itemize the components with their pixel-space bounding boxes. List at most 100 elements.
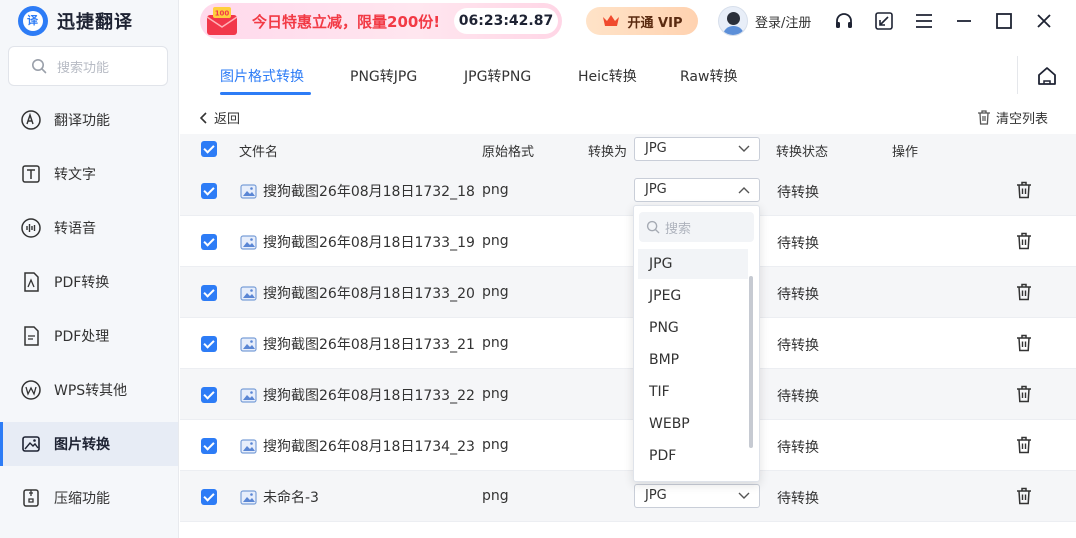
target-format-value: JPG <box>645 182 667 197</box>
batch-format-select[interactable]: JPG <box>634 137 760 161</box>
sidebar-item-label: PDF处理 <box>54 329 110 345</box>
file-name-text: 搜狗截图26年08月18日1733_21 <box>263 337 475 353</box>
select-all-checkbox[interactable] <box>201 141 217 157</box>
file-name-text: 搜狗截图26年08月18日1732_18 <box>263 184 475 200</box>
dropdown-option-webp[interactable]: WEBP <box>638 409 748 439</box>
dropdown-option-png[interactable]: PNG <box>638 313 748 343</box>
image-file-icon <box>240 438 257 454</box>
sidebar-item-wps[interactable]: WPS转其他 <box>0 368 178 412</box>
original-format: png <box>482 182 509 198</box>
file-name: 搜狗截图26年08月18日1732_18 <box>240 181 475 201</box>
promo-banner[interactable]: 100 今日特惠立减，限量200份! 06:23:42.87 <box>200 3 562 39</box>
convert-status: 待转换 <box>777 236 819 252</box>
file-name-text: 搜狗截图26年08月18日1733_22 <box>263 388 475 404</box>
headset-icon[interactable] <box>834 11 854 31</box>
tab-image-format[interactable]: 图片格式转换 <box>220 66 304 86</box>
dropdown-search-input[interactable]: 搜索 <box>639 212 754 242</box>
home-icon[interactable] <box>1036 65 1058 87</box>
table-row[interactable]: 搜狗截图26年08月18日1733_20 png 待转换 <box>180 267 1076 318</box>
sidebar-item-pdf-convert[interactable]: PDF转换 <box>0 260 178 304</box>
row-checkbox[interactable] <box>201 387 217 403</box>
file-name-text: 搜狗截图26年08月18日1733_20 <box>263 286 475 302</box>
pdf-convert-icon <box>24 272 39 292</box>
convert-status: 待转换 <box>777 440 819 456</box>
delete-row-icon[interactable] <box>1016 283 1032 301</box>
sidebar-item-image-convert[interactable]: 图片转换 <box>0 422 178 466</box>
compress-icon <box>23 489 39 507</box>
clear-list-label: 清空列表 <box>996 112 1049 127</box>
row-checkbox[interactable] <box>201 234 217 250</box>
delete-row-icon[interactable] <box>1016 334 1032 352</box>
user-login[interactable]: 登录/注册 <box>718 6 811 36</box>
app-logo-icon <box>18 6 48 36</box>
delete-row-icon[interactable] <box>1016 232 1032 250</box>
file-name-text: 搜狗截图26年08月18日1734_23 <box>263 439 475 455</box>
sidebar-item-translate[interactable]: 翻译功能 <box>0 98 178 142</box>
dropdown-option-bmp[interactable]: BMP <box>638 345 748 375</box>
trash-icon <box>978 110 990 125</box>
original-format: png <box>482 437 509 453</box>
dropdown-scrollbar[interactable] <box>749 276 753 448</box>
app-name: 迅捷翻译 <box>57 12 133 33</box>
table-row[interactable]: 搜狗截图26年08月18日1733_21 png 待转换 <box>180 318 1076 369</box>
chevron-up-icon <box>738 187 750 194</box>
row-checkbox[interactable] <box>201 336 217 352</box>
gift-icon: 100 <box>206 7 238 35</box>
delete-row-icon[interactable] <box>1016 436 1032 454</box>
dropdown-option-jpg[interactable]: JPG <box>638 249 748 279</box>
row-checkbox[interactable] <box>201 489 217 505</box>
delete-row-icon[interactable] <box>1016 181 1032 199</box>
promo-countdown: 06:23:42.87 <box>454 8 558 34</box>
close-icon[interactable] <box>1034 11 1054 31</box>
maximize-icon[interactable] <box>994 11 1014 31</box>
promo-badge: 100 <box>215 10 230 18</box>
mini-mode-icon[interactable] <box>874 11 894 31</box>
file-name-text: 未命名-3 <box>263 490 319 506</box>
row-checkbox[interactable] <box>201 438 217 454</box>
sidebar-item-label: WPS转其他 <box>54 383 128 399</box>
sidebar-item-label: 转文字 <box>54 167 96 183</box>
delete-row-icon[interactable] <box>1016 385 1032 403</box>
table-row[interactable]: 搜狗截图26年08月18日1733_22 png 待转换 <box>180 369 1076 420</box>
sidebar-item-to-text[interactable]: 转文字 <box>0 152 178 196</box>
table-row[interactable]: 搜狗截图26年08月18日1733_19 png 待转换 <box>180 216 1076 267</box>
file-name: 搜狗截图26年08月18日1733_21 <box>240 334 475 354</box>
target-format-select[interactable]: JPG <box>634 178 760 202</box>
table-row[interactable]: 搜狗截图26年08月18日1734_23 png 待转换 <box>180 420 1076 471</box>
pdf-process-icon <box>24 326 39 346</box>
dropdown-option-tif[interactable]: TIF <box>638 377 748 407</box>
sidebar-search-input[interactable]: 搜索功能 <box>8 46 168 86</box>
dropdown-option-pdf[interactable]: PDF <box>638 441 748 471</box>
tab-raw[interactable]: Raw转换 <box>680 66 737 86</box>
tab-heic[interactable]: Heic转换 <box>578 66 637 86</box>
sidebar-item-to-voice[interactable]: 转语音 <box>0 206 178 250</box>
file-name: 搜狗截图26年08月18日1733_20 <box>240 283 475 303</box>
table-row[interactable]: 搜狗截图26年08月18日1732_18 png JPG 待转换 <box>180 165 1076 216</box>
target-format-select[interactable]: JPG <box>634 484 760 508</box>
dropdown-option-jpeg[interactable]: JPEG <box>638 281 748 311</box>
delete-row-icon[interactable] <box>1016 487 1032 505</box>
sidebar-item-pdf-process[interactable]: PDF处理 <box>0 314 178 358</box>
wps-icon <box>21 380 41 400</box>
image-convert-icon <box>22 436 40 452</box>
target-format-value: JPG <box>645 488 667 503</box>
sidebar-item-compress[interactable]: 压缩功能 <box>0 476 178 520</box>
row-checkbox[interactable] <box>201 183 217 199</box>
table-row[interactable]: 未命名-3 png JPG 待转换 <box>180 471 1076 522</box>
sidebar-item-label: 转语音 <box>54 221 96 237</box>
row-checkbox[interactable] <box>201 285 217 301</box>
sidebar-item-label: 翻译功能 <box>54 113 110 129</box>
sidebar-item-label: 压缩功能 <box>54 491 110 507</box>
tab-png-to-jpg[interactable]: PNG转JPG <box>350 66 417 86</box>
vip-button[interactable]: 开通 VIP <box>586 7 698 35</box>
avatar <box>718 6 748 36</box>
clear-list-button[interactable]: 清空列表 <box>977 108 1048 127</box>
minimize-icon[interactable] <box>954 11 974 31</box>
image-file-icon <box>240 387 257 403</box>
header-filename: 文件名 <box>239 145 279 160</box>
format-dropdown-menu: 搜索 JPG JPEG PNG BMP TIF WEBP PDF <box>633 205 760 482</box>
convert-status: 待转换 <box>777 185 819 201</box>
back-button[interactable]: 返回 <box>200 108 240 127</box>
menu-icon[interactable] <box>914 11 934 31</box>
tab-jpg-to-png[interactable]: JPG转PNG <box>464 66 531 86</box>
